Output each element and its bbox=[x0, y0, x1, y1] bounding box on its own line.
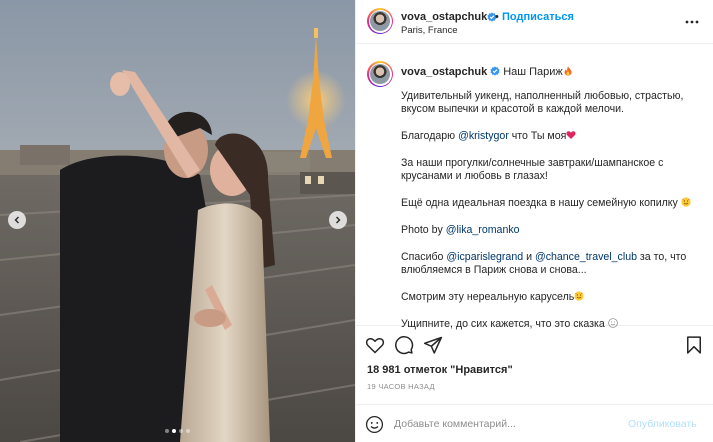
carousel-dot bbox=[179, 429, 183, 433]
likes-count[interactable]: 18 981 отметок "Нравится" bbox=[367, 364, 513, 376]
mention-chance-travel-club[interactable]: @chance_travel_club bbox=[535, 251, 637, 263]
mention-kristygor[interactable]: @kristygor bbox=[458, 130, 509, 142]
verified-badge-icon bbox=[490, 66, 500, 76]
caption-paragraph-6: Спасибо @icparislegrand и @chance_travel… bbox=[401, 250, 687, 277]
post-header: vova_ostapchuk • Подписаться Paris, Fran… bbox=[356, 0, 713, 44]
location-link[interactable]: Paris, France bbox=[401, 25, 458, 36]
post-caption: vova_ostapchuk Наш Париж Удивительный уи… bbox=[356, 44, 713, 330]
caption-avatar[interactable] bbox=[367, 61, 393, 87]
comment-input[interactable] bbox=[394, 415, 614, 433]
caption-paragraph-5: Photo by @lika_romanko bbox=[401, 224, 520, 236]
mention-lika-romanko[interactable]: @lika_romanko bbox=[446, 224, 520, 236]
post-actions bbox=[356, 326, 713, 362]
publish-button[interactable]: Опубликовать bbox=[628, 418, 697, 430]
post-timestamp[interactable]: 19 ЧАСОВ НАЗАД bbox=[367, 382, 435, 391]
carousel-prev-button[interactable] bbox=[8, 211, 26, 229]
post-photo[interactable] bbox=[0, 0, 355, 442]
share-icon[interactable] bbox=[423, 335, 443, 355]
emoji-picker-icon[interactable] bbox=[365, 415, 384, 434]
post-side-panel: vova_ostapchuk • Подписаться Paris, Fran… bbox=[355, 0, 713, 442]
carousel-indicator bbox=[0, 429, 355, 433]
heart-emoji-icon bbox=[566, 131, 576, 140]
heart-outline-icon[interactable] bbox=[365, 335, 385, 355]
follow-button[interactable]: Подписаться bbox=[502, 11, 574, 23]
avatar[interactable] bbox=[367, 8, 393, 34]
chevron-left-icon bbox=[14, 216, 19, 224]
carousel-dot bbox=[186, 429, 190, 433]
carousel-next-button[interactable] bbox=[329, 211, 347, 229]
mention-icparislegrand[interactable]: @icparislegrand bbox=[446, 251, 523, 263]
comment-icon[interactable] bbox=[394, 335, 414, 355]
carousel-dot bbox=[172, 429, 176, 433]
bookmark-icon[interactable] bbox=[684, 335, 704, 355]
caption-username[interactable]: vova_ostapchuk bbox=[401, 66, 487, 78]
smiling-face-hearts-emoji-icon bbox=[574, 291, 584, 301]
caption-paragraph-2: Благодарю @kristygor что Ты моя bbox=[401, 130, 706, 143]
comment-bar: Опубликовать bbox=[356, 404, 713, 442]
caption-headline: Наш Париж bbox=[503, 66, 563, 78]
chevron-right-icon bbox=[336, 216, 341, 224]
caption-paragraph-4: Ещё одна идеальная поездка в нашу семейн… bbox=[401, 197, 706, 210]
carousel-dot bbox=[165, 429, 169, 433]
smiling-face-hearts-emoji-icon bbox=[681, 197, 691, 207]
instagram-post: vova_ostapchuk • Подписаться Paris, Fran… bbox=[0, 0, 713, 442]
more-options-icon[interactable] bbox=[684, 14, 700, 30]
caption-paragraph-3: За наши прогулки/солнечные завтраки/шамп… bbox=[401, 157, 664, 183]
caption-head: vova_ostapchuk Наш Париж bbox=[401, 66, 573, 78]
caption-paragraph-7: Смотрим эту нереальную карусель bbox=[401, 291, 706, 304]
caption-paragraph-1: Удивительный уикенд, наполненный любовью… bbox=[401, 90, 684, 116]
post-photo-image bbox=[0, 0, 355, 442]
fire-emoji-icon bbox=[564, 66, 572, 76]
header-separator: • bbox=[495, 11, 499, 23]
caption-body: Удивительный уикенд, наполненный любовью… bbox=[401, 90, 706, 345]
header-username[interactable]: vova_ostapchuk bbox=[401, 11, 487, 23]
